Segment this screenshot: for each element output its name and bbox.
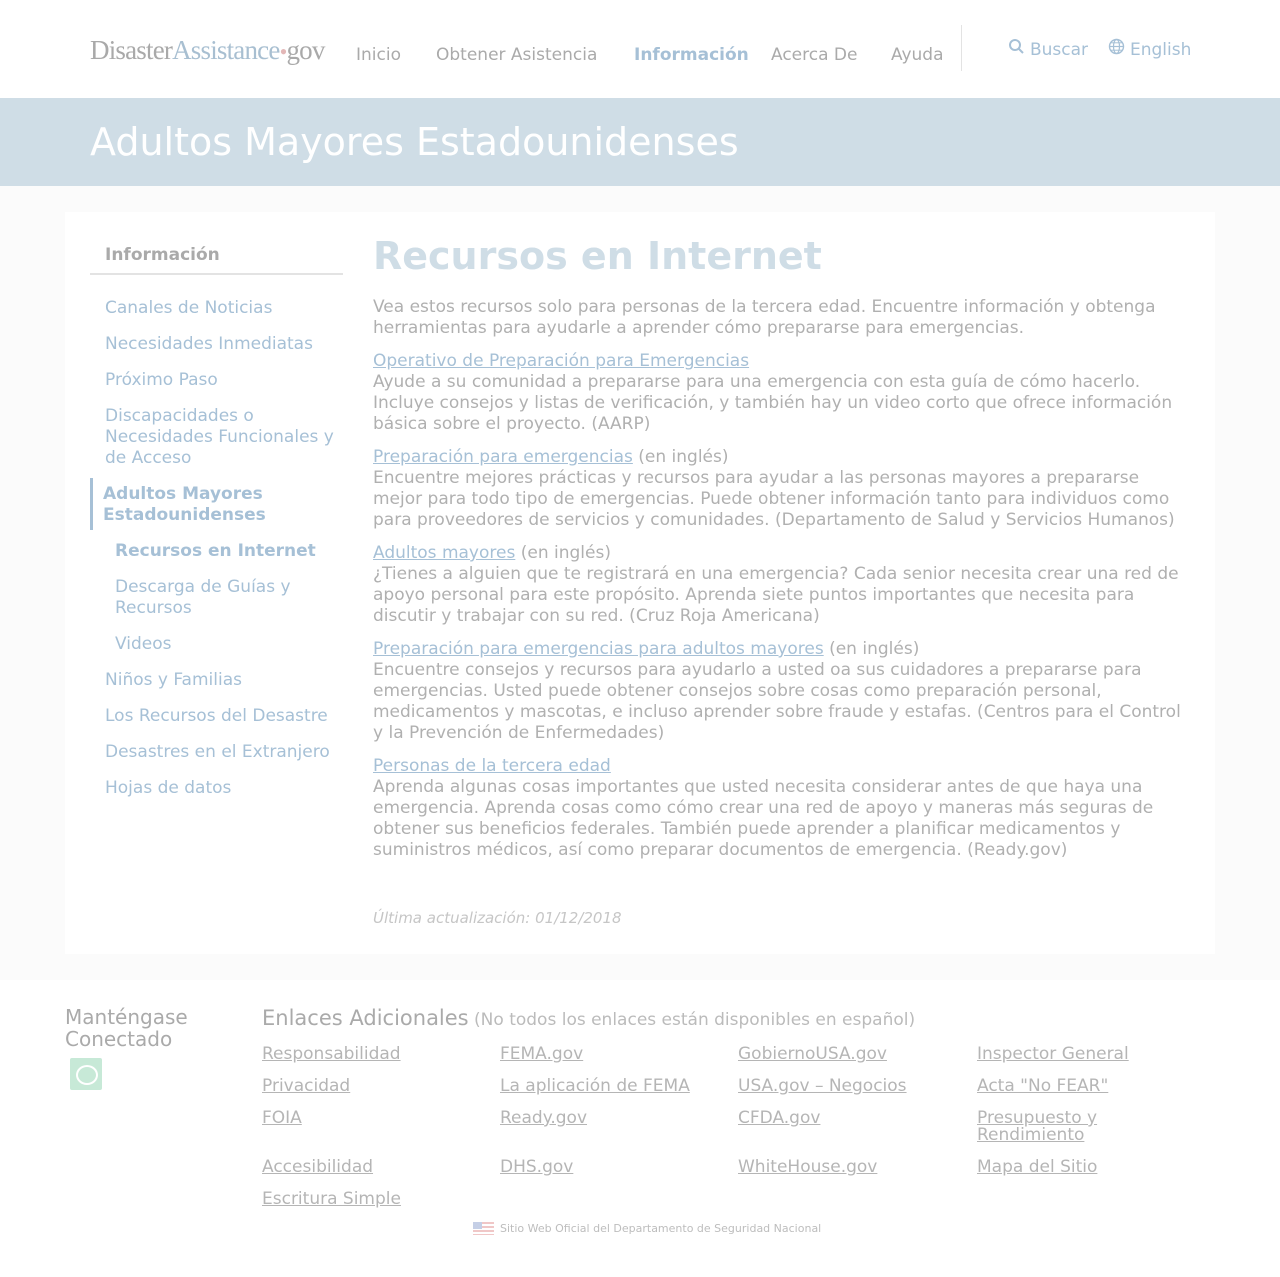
sidebar-item-desastres-extranjero[interactable]: Desastres en el Extranjero bbox=[105, 742, 337, 763]
sidebar-divider bbox=[90, 273, 343, 275]
nav-acerca-de[interactable]: Acerca De bbox=[771, 44, 857, 66]
resource-item: Operativo de Preparación para Emergencia… bbox=[373, 351, 1193, 435]
resource-item: Preparación para emergencias (en inglés)… bbox=[373, 447, 1193, 531]
search-label: Buscar bbox=[1030, 39, 1089, 60]
resource-link[interactable]: Operativo de Preparación para Emergencia… bbox=[373, 351, 749, 371]
footer-link-accesibilidad[interactable]: Accesibilidad bbox=[262, 1159, 373, 1176]
footer-link-inspector-general[interactable]: Inspector General bbox=[977, 1046, 1129, 1063]
footer-link-presupuesto[interactable]: Presupuesto y Rendimiento bbox=[977, 1110, 1127, 1144]
site-header: DisasterAssistance•gov Inicio Obtener As… bbox=[0, 0, 1280, 98]
resource-item: Personas de la tercera edad Aprenda algu… bbox=[373, 756, 1193, 861]
sidebar-item-hojas-de-datos[interactable]: Hojas de datos bbox=[105, 778, 337, 799]
footer-link-whitehouse[interactable]: WhiteHouse.gov bbox=[738, 1159, 877, 1176]
search-link[interactable]: Buscar bbox=[1008, 38, 1088, 61]
page-banner: Adultos Mayores Estadounidenses bbox=[0, 98, 1280, 186]
stay-connected-heading: Manténgase Conectado bbox=[65, 1005, 188, 1051]
site-footer: Manténgase Conectado Enlaces Adicionales… bbox=[0, 980, 1280, 1277]
footer-link-responsabilidad[interactable]: Responsabilidad bbox=[262, 1046, 401, 1063]
language-label: English bbox=[1130, 39, 1192, 60]
footer-link-no-fear[interactable]: Acta "No FEAR" bbox=[977, 1078, 1108, 1095]
footer-link-gobiernousa[interactable]: GobiernoUSA.gov bbox=[738, 1046, 887, 1063]
gov-notice-text: Sitio Web Oficial del Departamento de Se… bbox=[500, 1222, 822, 1235]
footer-link-dhs[interactable]: DHS.gov bbox=[500, 1159, 573, 1176]
sidebar-item-proximo-paso[interactable]: Próximo Paso bbox=[105, 370, 337, 391]
intro-paragraph: Vea estos recursos solo para personas de… bbox=[373, 297, 1156, 338]
language-note: (en inglés) bbox=[632, 447, 729, 467]
sidebar-item-discapacidades[interactable]: Discapacidades o Necesidades Funcionales… bbox=[105, 406, 337, 469]
language-note: (en inglés) bbox=[823, 639, 920, 659]
search-icon bbox=[1008, 38, 1025, 61]
resource-description: Ayude a su comunidad a prepararse para u… bbox=[373, 372, 1173, 434]
logo-text-gov: gov bbox=[286, 35, 325, 65]
language-note: (en inglés) bbox=[515, 543, 611, 563]
resource-description: Encuentre consejos y recursos para ayuda… bbox=[373, 660, 1181, 743]
resource-link[interactable]: Personas de la tercera edad bbox=[373, 756, 611, 776]
sidebar-item-descarga-de-guias[interactable]: Descarga de Guías y Recursos bbox=[115, 577, 325, 619]
additional-links-title: Enlaces Adicionales bbox=[262, 1006, 469, 1030]
sidebar-active-indicator bbox=[90, 478, 93, 530]
nav-ayuda[interactable]: Ayuda bbox=[891, 44, 944, 66]
footer-link-fema[interactable]: FEMA.gov bbox=[500, 1046, 583, 1063]
footer-link-foia[interactable]: FOIA bbox=[262, 1110, 302, 1127]
sidebar-item-recursos-en-internet[interactable]: Recursos en Internet bbox=[115, 541, 325, 562]
resource-link[interactable]: Adultos mayores bbox=[373, 543, 515, 563]
globe-icon bbox=[1108, 38, 1125, 61]
sidebar-item-videos[interactable]: Videos bbox=[115, 634, 325, 655]
nav-obtener-asistencia[interactable]: Obtener Asistencia bbox=[436, 44, 597, 66]
main-area: Información Canales de Noticias Necesida… bbox=[0, 186, 1280, 980]
gov-notice: Sitio Web Oficial del Departamento de Se… bbox=[473, 1222, 821, 1235]
resource-item: Adultos mayores (en inglés) ¿Tienes a al… bbox=[373, 543, 1193, 627]
nav-informacion[interactable]: Información bbox=[634, 44, 749, 66]
resource-item: Preparación para emergencias para adulto… bbox=[373, 639, 1193, 744]
sidebar-item-ninos-y-familias[interactable]: Niños y Familias bbox=[105, 670, 337, 691]
page-title: Recursos en Internet bbox=[373, 234, 822, 278]
chat-icon[interactable] bbox=[70, 1058, 102, 1090]
nav-divider bbox=[961, 25, 962, 71]
us-flag-icon bbox=[473, 1222, 494, 1235]
logo-text-assistance: Assistance bbox=[172, 35, 280, 65]
footer-link-privacidad[interactable]: Privacidad bbox=[262, 1078, 350, 1095]
resource-link[interactable]: Preparación para emergencias para adulto… bbox=[373, 639, 824, 659]
banner-title: Adultos Mayores Estadounidenses bbox=[90, 120, 739, 164]
sidebar-item-adultos-mayores[interactable]: Adultos Mayores Estadounidenses bbox=[103, 484, 335, 526]
footer-link-fema-app[interactable]: La aplicación de FEMA bbox=[500, 1078, 690, 1095]
sidebar-heading: Información bbox=[105, 245, 220, 265]
sidebar-item-necesidades-inmediatas[interactable]: Necesidades Inmediatas bbox=[105, 334, 337, 355]
resource-description: Aprenda algunas cosas importantes que us… bbox=[373, 777, 1154, 860]
sidebar-item-canales-de-noticias[interactable]: Canales de Noticias bbox=[105, 298, 337, 319]
main-card: Información Canales de Noticias Necesida… bbox=[65, 212, 1215, 954]
footer-link-usa-negocios[interactable]: USA.gov – Negocios bbox=[738, 1078, 907, 1095]
nav-inicio[interactable]: Inicio bbox=[356, 44, 401, 66]
resource-link[interactable]: Preparación para emergencias bbox=[373, 447, 633, 467]
language-toggle[interactable]: English bbox=[1108, 38, 1191, 61]
site-logo[interactable]: DisasterAssistance•gov bbox=[90, 34, 325, 68]
logo-text-disaster: Disaster bbox=[90, 35, 173, 65]
footer-link-escritura-simple[interactable]: Escritura Simple bbox=[262, 1191, 401, 1208]
footer-link-mapa-del-sitio[interactable]: Mapa del Sitio bbox=[977, 1159, 1097, 1176]
footer-link-cfda[interactable]: CFDA.gov bbox=[738, 1110, 820, 1127]
resource-description: Encuentre mejores prácticas y recursos p… bbox=[373, 468, 1175, 530]
resource-description: ¿Tienes a alguien que te registrará en u… bbox=[373, 564, 1179, 626]
sidebar-item-recursos-del-desastre[interactable]: Los Recursos del Desastre bbox=[105, 706, 337, 727]
last-updated: Última actualización: 01/12/2018 bbox=[373, 909, 622, 927]
additional-links-heading: Enlaces Adicionales (No todos los enlace… bbox=[262, 1005, 915, 1033]
footer-link-ready[interactable]: Ready.gov bbox=[500, 1110, 587, 1127]
additional-links-note: (No todos los enlaces están disponibles … bbox=[468, 1010, 916, 1030]
